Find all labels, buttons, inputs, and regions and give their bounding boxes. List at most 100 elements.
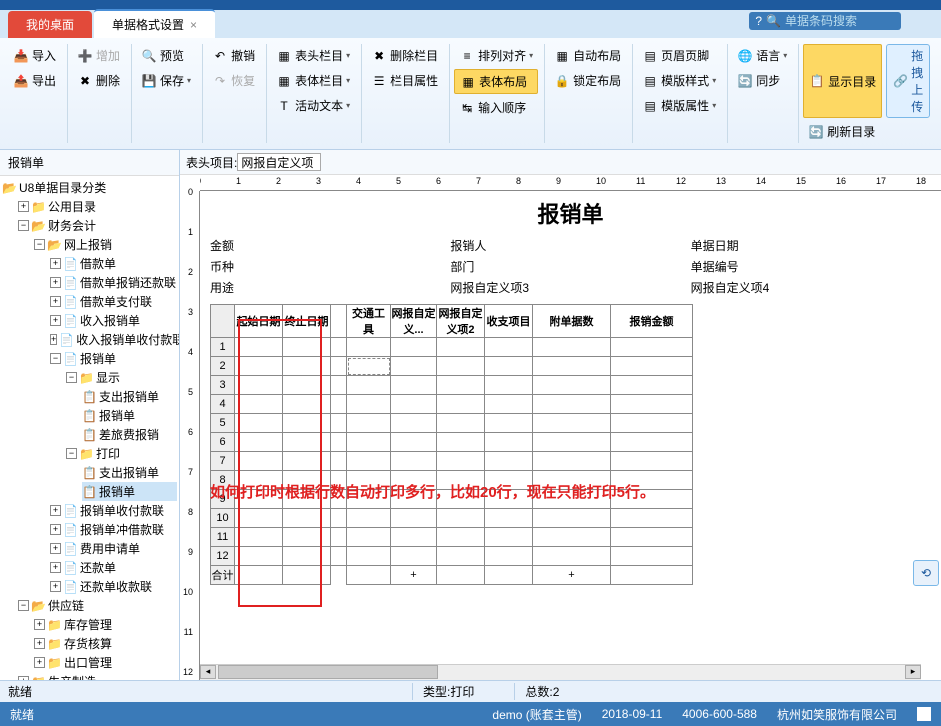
field-currency[interactable]: 币种: [210, 258, 450, 275]
grid-row[interactable]: 12: [211, 547, 693, 566]
qr-icon[interactable]: [917, 707, 931, 721]
tree-node[interactable]: +📄借款单支付联: [50, 292, 177, 311]
field-amount[interactable]: 金额: [210, 237, 450, 254]
tree-node[interactable]: +📁出口管理: [34, 653, 177, 672]
align-button[interactable]: ≡排列对齐▾: [454, 44, 538, 67]
search-input[interactable]: [785, 14, 895, 28]
tab-form-settings[interactable]: 单据格式设置 ×: [94, 9, 215, 38]
tree-node[interactable]: +📁生产制造: [18, 672, 177, 680]
head-field[interactable]: [237, 153, 321, 171]
tree-node[interactable]: +📄借款单报销还款联: [50, 273, 177, 292]
tree-node[interactable]: −📁打印: [66, 444, 177, 463]
tree-node[interactable]: +📄收入报销单: [50, 311, 177, 330]
tree-node[interactable]: −📂网上报销: [34, 235, 177, 254]
tree-node[interactable]: +📁公用目录: [18, 197, 177, 216]
lock-layout-button[interactable]: 🔒锁定布局: [549, 69, 626, 92]
tree-node[interactable]: +📁库存管理: [34, 615, 177, 634]
tree-node[interactable]: +📄借款单: [50, 254, 177, 273]
tpl-prop-button[interactable]: ▤模版属性▾: [637, 94, 721, 117]
preview-button[interactable]: 🔍预览: [136, 44, 196, 67]
tree-leaf-selected[interactable]: 📋报销单: [82, 482, 177, 501]
col-end-date[interactable]: 终止日期: [283, 305, 331, 338]
teamviewer-icon[interactable]: ⟲: [913, 560, 939, 586]
tree-node[interactable]: +📄报销单收付款联: [50, 501, 177, 520]
input-order-button[interactable]: ↹输入顺序: [454, 96, 538, 119]
redo-button[interactable]: ↷恢复: [207, 69, 260, 92]
active-text-button[interactable]: T活动文本▾: [271, 94, 355, 117]
grid-row[interactable]: 5: [211, 414, 693, 433]
export-button[interactable]: 📤导出: [8, 69, 61, 92]
link-icon: 🔗: [893, 74, 908, 88]
tree-node[interactable]: −📁显示: [66, 368, 177, 387]
tree-root[interactable]: 📂U8单据目录分类: [2, 178, 177, 197]
head-cols-button[interactable]: ▦表头栏目▾: [271, 44, 355, 67]
body-layout-button[interactable]: ▦表体布局: [454, 69, 538, 94]
tree-node[interactable]: +📄报销单冲借款联: [50, 520, 177, 539]
data-grid[interactable]: 起始日期 终止日期 交通工具 网报自定义... 网报自定义项2 收支项目 附单据…: [210, 304, 693, 585]
show-toc-button[interactable]: 📋显示目录: [803, 44, 882, 118]
help-icon[interactable]: ?: [755, 14, 762, 28]
field-custom3[interactable]: 网报自定义项3: [450, 279, 690, 296]
col-prop-button[interactable]: ☰栏目属性: [366, 69, 443, 92]
field-dept[interactable]: 部门: [450, 258, 690, 275]
grid-row[interactable]: 11: [211, 528, 693, 547]
col-attach[interactable]: 附单据数: [533, 305, 611, 338]
grid-row[interactable]: 1: [211, 338, 693, 357]
tpl-style-button[interactable]: ▤模版样式▾: [637, 69, 721, 92]
footer-ready: 就绪: [10, 706, 34, 723]
close-icon[interactable]: ×: [190, 18, 197, 32]
grid-row[interactable]: 4: [211, 395, 693, 414]
save-button[interactable]: 💾保存▾: [136, 69, 196, 92]
tree-node[interactable]: +📄还款单收款联: [50, 577, 177, 596]
lang-button[interactable]: 🌐语言▾: [732, 44, 792, 67]
col-custom1[interactable]: 网报自定义...: [391, 305, 437, 338]
tree-node[interactable]: +📄还款单: [50, 558, 177, 577]
scrollbar-horizontal[interactable]: ◂ ▸: [200, 664, 921, 680]
tree-node[interactable]: +📁存货核算: [34, 634, 177, 653]
tree-leaf[interactable]: 📋支出报销单: [82, 463, 177, 482]
sync-button[interactable]: 🔄同步: [732, 69, 792, 92]
canvas[interactable]: 01234567891011121314151617181920 0123456…: [180, 175, 941, 680]
refresh-toc-button[interactable]: 🔄刷新目录: [803, 120, 930, 143]
search-bar[interactable]: ? 🔍: [749, 12, 901, 30]
del-col-button[interactable]: ✖删除栏目: [366, 44, 443, 67]
grid-row[interactable]: 7: [211, 452, 693, 471]
tree-leaf[interactable]: 📋支出报销单: [82, 387, 177, 406]
add-button[interactable]: ➕增加: [72, 44, 125, 67]
tab-desktop[interactable]: 我的桌面: [8, 11, 92, 38]
form-row: 金额 报销人 单据日期: [200, 235, 941, 256]
tree-leaf[interactable]: 📋报销单: [82, 406, 177, 425]
col-transport[interactable]: 交通工具: [347, 305, 391, 338]
tree-node[interactable]: +📄费用申请单: [50, 539, 177, 558]
col-custom2[interactable]: 网报自定义项2: [437, 305, 485, 338]
tree-node[interactable]: −📂供应链: [18, 596, 177, 615]
tree-leaf[interactable]: 📋差旅费报销: [82, 425, 177, 444]
col-amount[interactable]: 报销金额: [611, 305, 693, 338]
field-person[interactable]: 报销人: [450, 237, 690, 254]
import-button[interactable]: 📥导入: [8, 44, 61, 67]
grid-row[interactable]: 2: [211, 357, 693, 376]
col-item[interactable]: 收支项目: [485, 305, 533, 338]
drag-upload-chip[interactable]: 🔗拖拽上传: [886, 44, 930, 118]
field-docno[interactable]: 单据编号: [691, 258, 931, 275]
delete-button[interactable]: ✖删除: [72, 69, 125, 92]
field-purpose[interactable]: 用途: [210, 279, 450, 296]
tree[interactable]: 📂U8单据目录分类 +📁公用目录 −📂财务会计 −📂网上报销 +📄借款单 +📄借…: [0, 176, 179, 680]
body-cols-button[interactable]: ▦表体栏目▾: [271, 69, 355, 92]
grid-row[interactable]: 6: [211, 433, 693, 452]
header-footer-button[interactable]: ▤页眉页脚: [637, 44, 721, 67]
undo-button[interactable]: ↶撤销: [207, 44, 260, 67]
grid-row[interactable]: 3: [211, 376, 693, 395]
field-date[interactable]: 单据日期: [691, 237, 931, 254]
scroll-left-button[interactable]: ◂: [200, 665, 216, 679]
grid-row[interactable]: 10: [211, 509, 693, 528]
page[interactable]: 报销单 金额 报销人 单据日期 币种 部门 单据编号 用途 网报自定义项3 网报…: [200, 191, 941, 680]
col-start-date[interactable]: 起始日期: [235, 305, 283, 338]
tree-node[interactable]: −📄报销单: [50, 349, 177, 368]
scroll-right-button[interactable]: ▸: [905, 665, 921, 679]
tree-node[interactable]: +📄收入报销单收付款联: [50, 330, 177, 349]
auto-layout-button[interactable]: ▦自动布局: [549, 44, 626, 67]
scroll-thumb[interactable]: [218, 665, 438, 679]
tree-node[interactable]: −📂财务会计: [18, 216, 177, 235]
field-custom4[interactable]: 网报自定义项4: [691, 279, 931, 296]
